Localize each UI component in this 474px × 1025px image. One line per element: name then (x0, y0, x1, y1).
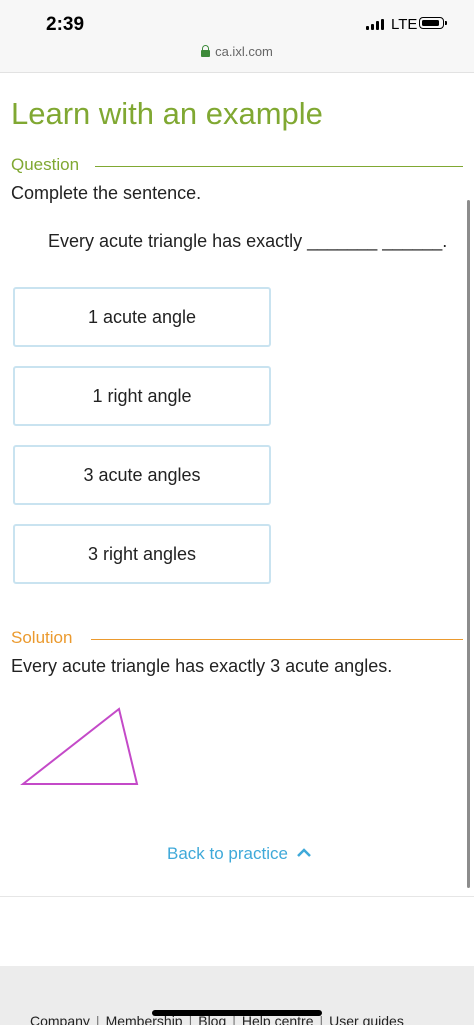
signal-strength-icon (366, 19, 384, 30)
clock: 2:39 (46, 14, 85, 35)
back-to-practice-link[interactable]: Back to practice (167, 844, 312, 864)
address-bar[interactable]: ca.ixl.com (0, 44, 474, 59)
question-sentence: Every acute triangle has exactly _______… (48, 231, 448, 251)
network-type: LTE (391, 16, 418, 33)
question-divider (95, 166, 463, 167)
url-text: ca.ixl.com (215, 44, 273, 59)
content-bottom-edge (0, 896, 474, 897)
home-indicator[interactable] (152, 1010, 322, 1016)
status-bar: 2:39 LTE ca.ixl.com (0, 0, 474, 73)
question-prompt: Complete the sentence. (11, 183, 202, 203)
acute-triangle-figure (20, 707, 139, 785)
battery-icon (419, 17, 447, 29)
choice-3-right-angles[interactable]: 3 right angles (13, 524, 271, 584)
solution-divider (91, 639, 463, 640)
page-title: Learn with an example (11, 96, 323, 131)
choice-3-acute-angles[interactable]: 3 acute angles (13, 445, 271, 505)
lock-icon (201, 45, 211, 57)
choice-1-right-angle[interactable]: 1 right angle (13, 366, 271, 426)
chevron-up-icon (296, 848, 311, 857)
triangle-shape (20, 707, 139, 785)
solution-label: Solution (11, 628, 73, 647)
footer: Company | Membership | Blog | Help centre | User… (0, 966, 474, 1025)
question-label: Question (11, 155, 80, 174)
back-to-practice-label: Back to practice (167, 844, 288, 863)
footer-link-user-guides[interactable]: User guides (329, 1013, 404, 1025)
scrollbar[interactable] (467, 200, 470, 888)
solution-text: Every acute triangle has exactly 3 acute… (11, 656, 393, 676)
choice-1-acute-angle[interactable]: 1 acute angle (13, 287, 271, 347)
footer-link-company[interactable]: Company (30, 1013, 90, 1025)
